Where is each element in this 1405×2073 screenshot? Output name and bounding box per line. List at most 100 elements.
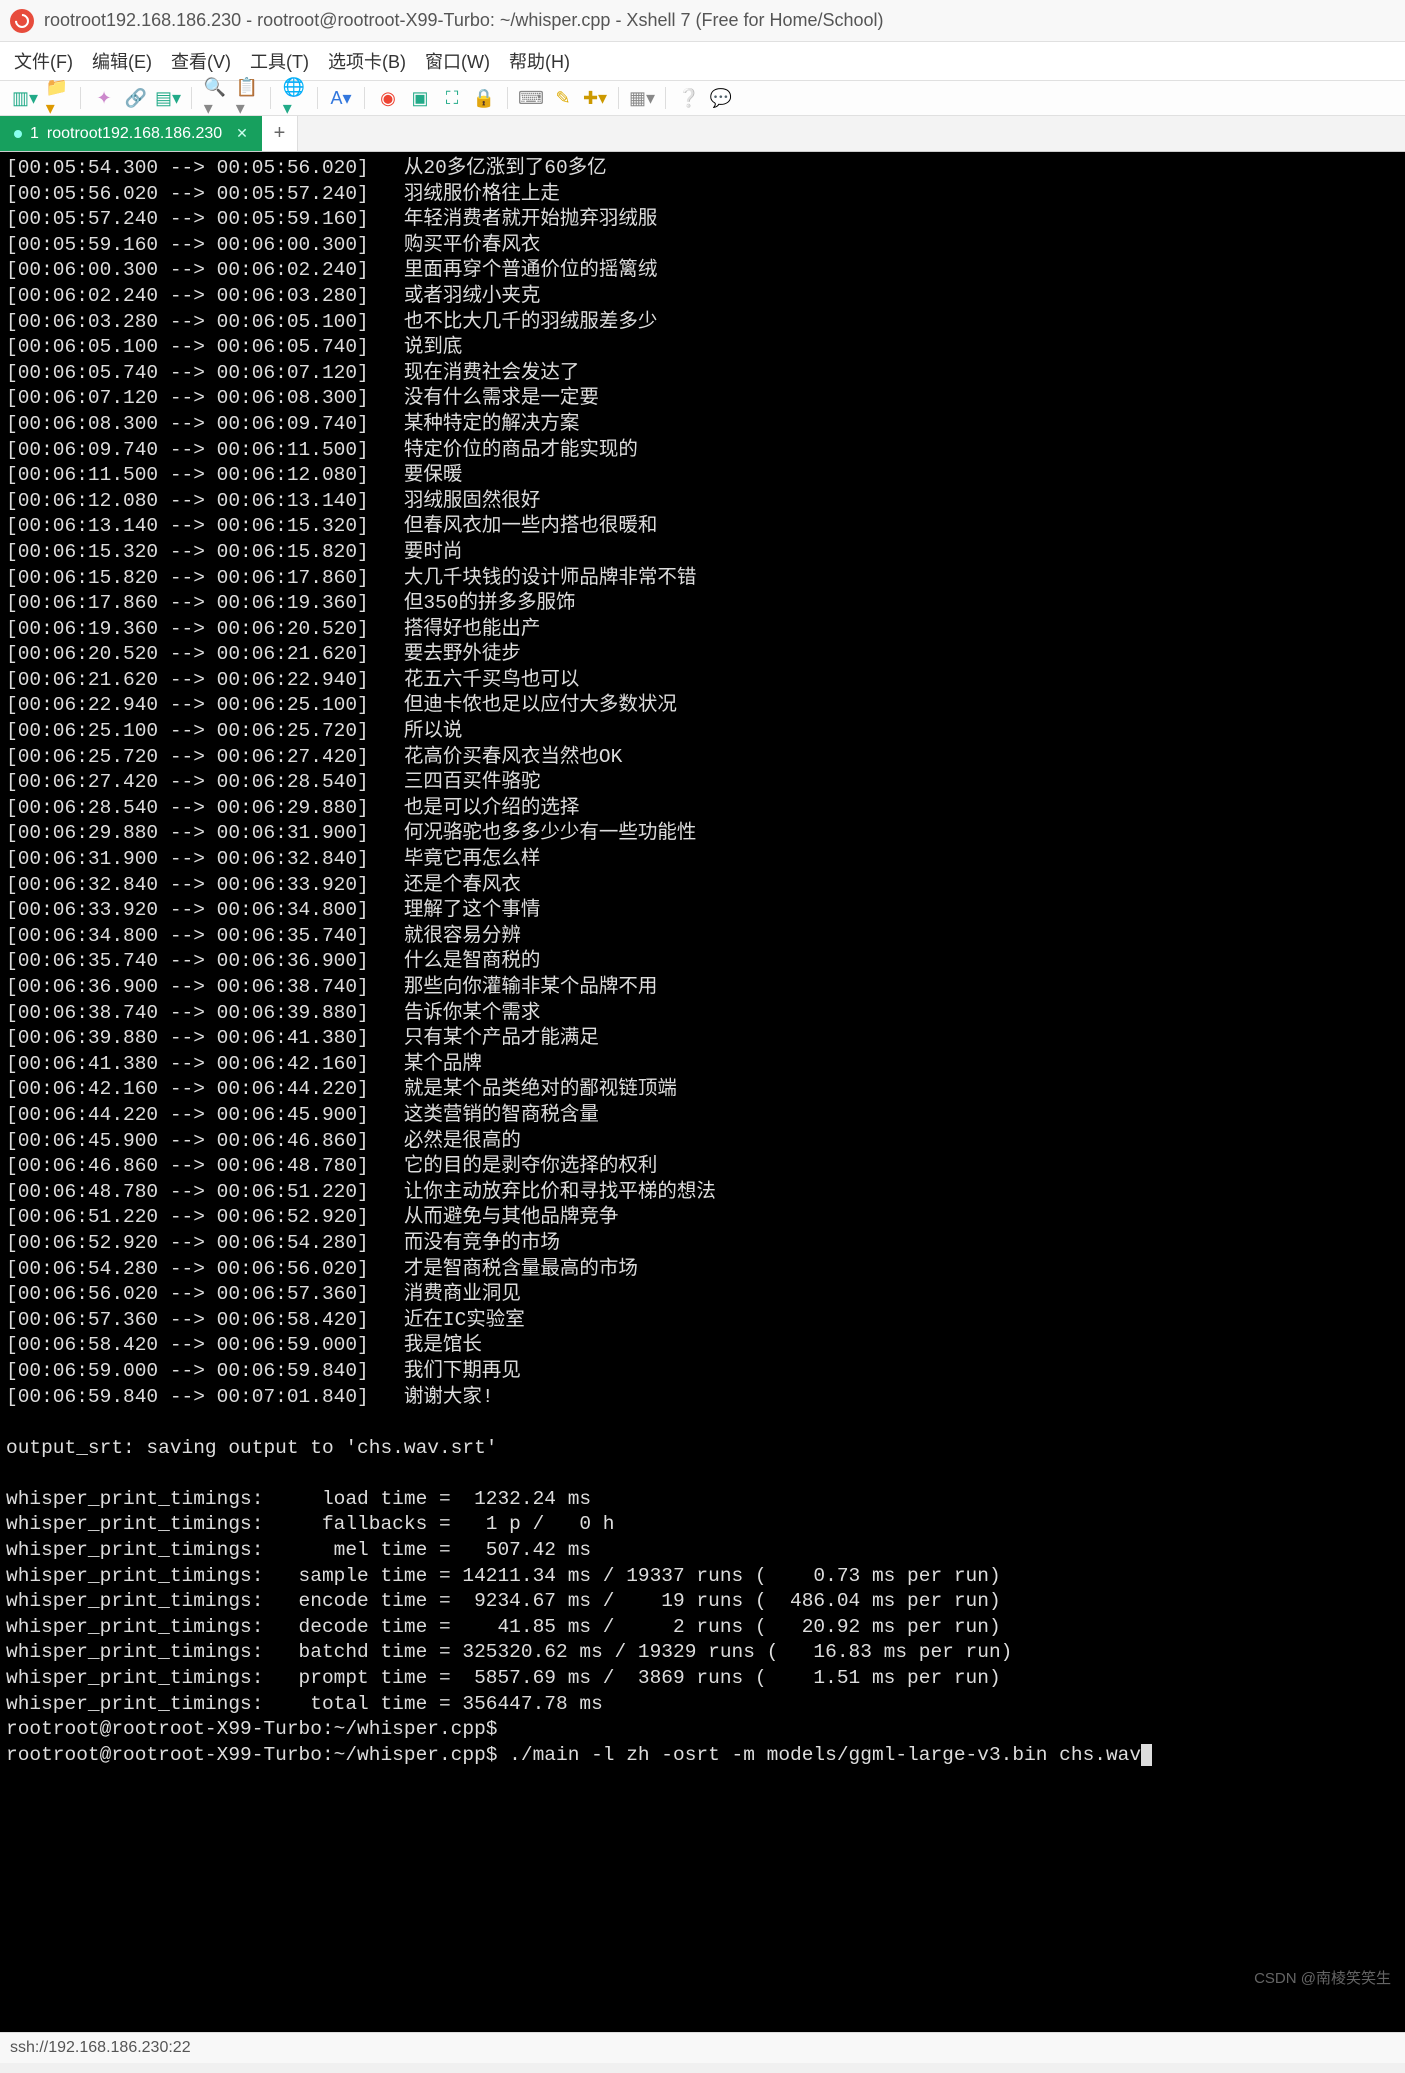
transcript-line: [00:05:54.300 --> 00:05:56.020] 从20多亿涨到了…: [6, 156, 1399, 182]
timing-line: whisper_print_timings: sample time = 142…: [6, 1564, 1399, 1590]
timing-line: whisper_print_timings: decode time = 41.…: [6, 1615, 1399, 1641]
transcript-line: [00:06:00.300 --> 00:06:02.240] 里面再穿个普通价…: [6, 258, 1399, 284]
window-title: rootroot192.168.186.230 - rootroot@rootr…: [44, 10, 884, 31]
transcript-line: [00:06:32.840 --> 00:06:33.920] 还是个春风衣: [6, 873, 1399, 899]
transcript-line: [00:06:15.820 --> 00:06:17.860] 大几千块钱的设计…: [6, 566, 1399, 592]
terminal-output[interactable]: [00:05:54.300 --> 00:05:56.020] 从20多亿涨到了…: [0, 152, 1405, 2032]
help-icon[interactable]: ❔: [678, 87, 700, 109]
transcript-line: [00:06:02.240 --> 00:06:03.280] 或者羽绒小夹克: [6, 284, 1399, 310]
transcript-line: [00:06:15.320 --> 00:06:15.820] 要时尚: [6, 540, 1399, 566]
transcript-line: [00:06:44.220 --> 00:06:45.900] 这类营销的智商税…: [6, 1103, 1399, 1129]
status-connection: ssh://192.168.186.230:22: [10, 2039, 191, 2057]
menu-tools[interactable]: 工具(T): [250, 52, 309, 72]
transcript-line: [00:06:58.420 --> 00:06:59.000] 我是馆长: [6, 1333, 1399, 1359]
menu-window[interactable]: 窗口(W): [425, 52, 490, 72]
transcript-line: [00:06:22.940 --> 00:06:25.100] 但迪卡侬也足以应…: [6, 693, 1399, 719]
timing-line: whisper_print_timings: mel time = 507.42…: [6, 1538, 1399, 1564]
transcript-line: [00:06:12.080 --> 00:06:13.140] 羽绒服固然很好: [6, 489, 1399, 515]
window-titlebar: rootroot192.168.186.230 - rootroot@rootr…: [0, 0, 1405, 42]
record-icon[interactable]: ▣: [409, 87, 431, 109]
transcript-line: [00:06:25.100 --> 00:06:25.720] 所以说: [6, 719, 1399, 745]
blank-line: [6, 1410, 1399, 1436]
terminal-cursor: [1141, 1744, 1152, 1766]
prompt-line[interactable]: rootroot@rootroot-X99-Turbo:~/whisper.cp…: [6, 1743, 1399, 1769]
keyboard-icon[interactable]: ⌨: [520, 87, 542, 109]
transcript-line: [00:06:21.620 --> 00:06:22.940] 花五六千买鸟也可…: [6, 668, 1399, 694]
statusbar: ssh://192.168.186.230:22: [0, 2032, 1405, 2063]
macro-icon[interactable]: ◉: [377, 87, 399, 109]
timing-line: whisper_print_timings: fallbacks = 1 p /…: [6, 1512, 1399, 1538]
menu-file[interactable]: 文件(F): [14, 52, 73, 72]
transcript-line: [00:06:52.920 --> 00:06:54.280] 而没有竞争的市场: [6, 1231, 1399, 1257]
tab-index: 1: [30, 125, 39, 143]
transcript-line: [00:06:11.500 --> 00:06:12.080] 要保暖: [6, 463, 1399, 489]
clipboard-icon[interactable]: 📋▾: [236, 87, 258, 109]
properties-icon[interactable]: ▤▾: [157, 87, 179, 109]
status-dot-icon: [14, 130, 22, 138]
new-session-icon[interactable]: ▥▾: [14, 87, 36, 109]
tab-label: rootroot192.168.186.230: [47, 125, 222, 143]
transcript-line: [00:06:38.740 --> 00:06:39.880] 告诉你某个需求: [6, 1001, 1399, 1027]
timing-line: whisper_print_timings: encode time = 923…: [6, 1589, 1399, 1615]
transcript-line: [00:06:45.900 --> 00:06:46.860] 必然是很高的: [6, 1129, 1399, 1155]
transcript-line: [00:06:59.000 --> 00:06:59.840] 我们下期再见: [6, 1359, 1399, 1385]
session-tabstrip: 1 rootroot192.168.186.230 ✕ +: [0, 116, 1405, 152]
transcript-line: [00:06:27.420 --> 00:06:28.540] 三四百买件骆驼: [6, 770, 1399, 796]
lock-icon[interactable]: 🔒: [473, 87, 495, 109]
menu-view[interactable]: 查看(V): [171, 52, 231, 72]
link-icon[interactable]: 🔗: [125, 87, 147, 109]
transcript-line: [00:06:19.360 --> 00:06:20.520] 搭得好也能出产: [6, 617, 1399, 643]
separator-icon: [317, 87, 318, 109]
output-srt-line: output_srt: saving output to 'chs.wav.sr…: [6, 1436, 1399, 1462]
transcript-line: [00:06:59.840 --> 00:07:01.840] 谢谢大家!: [6, 1385, 1399, 1411]
chat-icon[interactable]: 💬: [710, 87, 732, 109]
search-icon[interactable]: 🔍▾: [204, 87, 226, 109]
transcript-line: [00:06:31.900 --> 00:06:32.840] 毕竟它再怎么样: [6, 847, 1399, 873]
transcript-line: [00:06:42.160 --> 00:06:44.220] 就是某个品类绝对…: [6, 1077, 1399, 1103]
transcript-line: [00:05:59.160 --> 00:06:00.300] 购买平价春风衣: [6, 233, 1399, 259]
tab-session-active[interactable]: 1 rootroot192.168.186.230 ✕: [0, 116, 262, 151]
transcript-line: [00:06:36.900 --> 00:06:38.740] 那些向你灌输非某…: [6, 975, 1399, 1001]
timing-line: whisper_print_timings: batchd time = 325…: [6, 1640, 1399, 1666]
timing-line: whisper_print_timings: load time = 1232.…: [6, 1487, 1399, 1513]
menu-tab[interactable]: 选项卡(B): [328, 52, 406, 72]
close-icon[interactable]: ✕: [236, 125, 248, 142]
add-tab-button[interactable]: +: [262, 116, 298, 151]
transcript-line: [00:05:57.240 --> 00:05:59.160] 年轻消费者就开始…: [6, 207, 1399, 233]
fullscreen-icon[interactable]: ⛶: [441, 87, 463, 109]
transcript-line: [00:06:03.280 --> 00:06:05.100] 也不比大几千的羽…: [6, 310, 1399, 336]
transcript-line: [00:06:34.800 --> 00:06:35.740] 就很容易分辨: [6, 924, 1399, 950]
transcript-line: [00:06:25.720 --> 00:06:27.420] 花高价买春风衣当…: [6, 745, 1399, 771]
separator-icon: [665, 87, 666, 109]
globe-icon[interactable]: 🌐▾: [283, 87, 305, 109]
blank-line: [6, 1461, 1399, 1487]
menu-help[interactable]: 帮助(H): [509, 52, 570, 72]
prompt-line: rootroot@rootroot-X99-Turbo:~/whisper.cp…: [6, 1717, 1399, 1743]
highlight-icon[interactable]: ✎: [552, 87, 574, 109]
transcript-line: [00:06:33.920 --> 00:06:34.800] 理解了这个事情: [6, 898, 1399, 924]
transcript-line: [00:06:56.020 --> 00:06:57.360] 消费商业洞见: [6, 1282, 1399, 1308]
reconnect-icon[interactable]: ✦: [93, 87, 115, 109]
theme-icon[interactable]: ▦▾: [631, 87, 653, 109]
separator-icon: [191, 87, 192, 109]
add-icon[interactable]: ✚▾: [584, 87, 606, 109]
transcript-line: [00:06:17.860 --> 00:06:19.360] 但350的拼多多…: [6, 591, 1399, 617]
transcript-line: [00:06:29.880 --> 00:06:31.900] 何况骆驼也多多少…: [6, 821, 1399, 847]
transcript-line: [00:06:09.740 --> 00:06:11.500] 特定价位的商品才…: [6, 438, 1399, 464]
transcript-line: [00:05:56.020 --> 00:05:57.240] 羽绒服价格往上走: [6, 182, 1399, 208]
transcript-line: [00:06:46.860 --> 00:06:48.780] 它的目的是剥夺你…: [6, 1154, 1399, 1180]
transcript-line: [00:06:13.140 --> 00:06:15.320] 但春风衣加一些内…: [6, 514, 1399, 540]
transcript-line: [00:06:41.380 --> 00:06:42.160] 某个品牌: [6, 1052, 1399, 1078]
watermark: CSDN @南棱笑笑生: [1254, 1966, 1391, 1992]
transcript-line: [00:06:08.300 --> 00:06:09.740] 某种特定的解决方…: [6, 412, 1399, 438]
menubar: 文件(F) 编辑(E) 查看(V) 工具(T) 选项卡(B) 窗口(W) 帮助(…: [0, 42, 1405, 81]
open-icon[interactable]: 📁▾: [46, 87, 68, 109]
transcript-line: [00:06:57.360 --> 00:06:58.420] 近在IC实验室: [6, 1308, 1399, 1334]
toolbar: ▥▾ 📁▾ ✦ 🔗 ▤▾ 🔍▾ 📋▾ 🌐▾ A▾ ◉ ▣ ⛶ 🔒 ⌨ ✎ ✚▾ …: [0, 81, 1405, 116]
separator-icon: [618, 87, 619, 109]
font-icon[interactable]: A▾: [330, 87, 352, 109]
separator-icon: [507, 87, 508, 109]
menu-edit[interactable]: 编辑(E): [92, 52, 152, 72]
separator-icon: [80, 87, 81, 109]
app-icon: [10, 9, 34, 33]
